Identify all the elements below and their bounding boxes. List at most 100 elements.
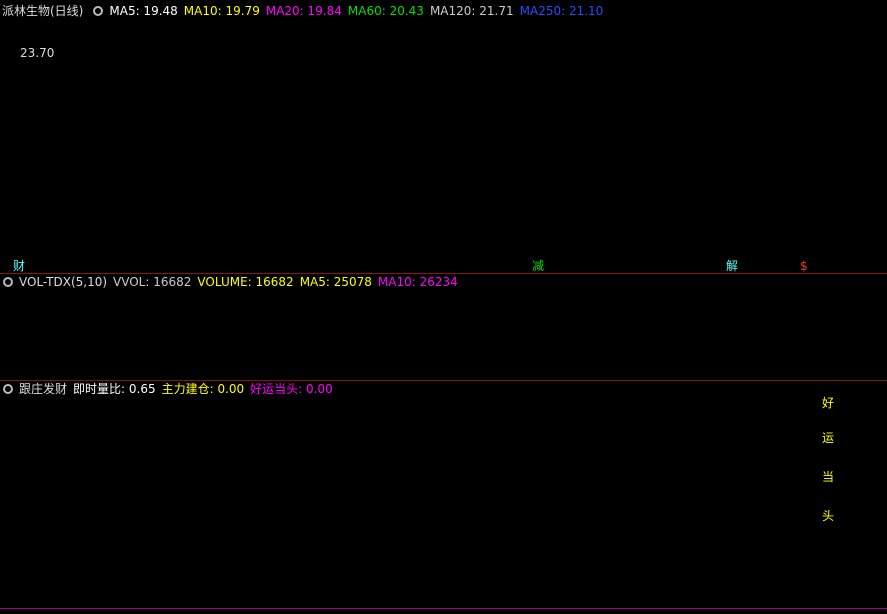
indicator-name[interactable]: 跟庄发财	[19, 382, 67, 396]
volume-bar	[596, 365, 606, 378]
volume-bar	[870, 363, 880, 379]
volume-header: VOL-TDX(5,10) VVOL: 16682 VOLUME: 16682 MA5…	[0, 274, 470, 290]
volume-bar	[418, 333, 427, 378]
stock-name[interactable]: 派林生物(日线)	[2, 4, 83, 18]
volume-bar	[294, 358, 304, 379]
candle-body	[746, 198, 756, 206]
volume-bar	[144, 358, 153, 379]
candle-body	[870, 185, 880, 191]
candle-body	[431, 193, 441, 211]
ind-legend-item-0: 即时量比: 0.65	[73, 382, 156, 396]
candle-body	[61, 137, 71, 140]
volume-bar	[609, 366, 619, 378]
ind-legend-item-2: 好运当头: 0.00	[250, 382, 333, 396]
indicator-bar-white	[819, 397, 822, 607]
ma-legend: MA5: 19.48 MA10: 19.79 MA20: 19.84 MA60: 20…	[109, 4, 609, 18]
volume-bar	[801, 365, 811, 379]
volume-bar	[568, 366, 578, 379]
volume-settings-gear-icon[interactable]	[3, 277, 13, 287]
volume-bar	[239, 361, 249, 379]
ma5-line	[11, 49, 887, 229]
volume-bar	[733, 366, 743, 378]
volume-bar	[527, 364, 537, 379]
vol-legend-item-2: MA5: 25078	[299, 275, 372, 289]
ind-legend-item-1: 主力建仓: 0.00	[161, 382, 245, 396]
volume-bar	[705, 365, 715, 378]
candle-body	[226, 137, 236, 151]
candle-body	[20, 98, 30, 118]
candle-body	[760, 201, 770, 207]
candle-body	[239, 142, 249, 150]
vol-legend-item-1: VOLUME: 16682	[197, 275, 294, 289]
candle-body	[404, 142, 414, 194]
candle-body	[623, 194, 633, 198]
vol-legend-item-3: MA10: 26234	[377, 275, 458, 289]
volume-bar	[130, 363, 140, 378]
volume-bar	[390, 353, 400, 378]
volume-bar	[267, 349, 277, 379]
candle-body	[267, 105, 277, 135]
chart-canvas[interactable]	[0, 0, 887, 614]
candle-body	[705, 205, 715, 211]
volume-bar	[582, 365, 592, 379]
volume-bar	[746, 365, 756, 378]
candle-body	[212, 138, 222, 142]
candle-body	[390, 138, 400, 154]
indicator-char-1: 好	[822, 396, 835, 410]
candle-body	[692, 213, 701, 216]
volume-bar	[253, 362, 263, 379]
candle-body	[856, 189, 866, 199]
candle-body	[568, 178, 578, 198]
marker-jie[interactable]: 解	[726, 259, 738, 273]
candle-body	[294, 110, 304, 114]
settings-gear-icon[interactable]	[93, 6, 104, 16]
ma-legend-item-0: MA5: 19.48	[109, 4, 178, 18]
candle-body	[842, 197, 852, 227]
candle-body	[376, 122, 386, 134]
volume-bar	[157, 358, 167, 379]
marker-s[interactable]: $	[800, 259, 808, 273]
ma10-line	[11, 49, 887, 217]
volume-bar	[459, 360, 469, 379]
candle-body	[459, 177, 469, 187]
candle-body	[678, 202, 688, 210]
volume-indicator-name[interactable]: VOL-TDX(5,10)	[19, 275, 107, 289]
candle-body	[322, 105, 332, 115]
candle-body	[829, 233, 838, 239]
volume-bar	[664, 366, 674, 378]
volume-bar	[760, 365, 770, 379]
volume-bar	[363, 357, 373, 378]
candle-body	[815, 225, 825, 239]
volume-bar	[637, 365, 647, 378]
volume-bar	[719, 364, 729, 379]
volume-bar	[678, 366, 688, 378]
volume-bar	[787, 366, 797, 378]
indicator-settings-gear-icon[interactable]	[3, 384, 13, 394]
volume-bar	[34, 351, 44, 379]
volume-bar	[623, 366, 633, 378]
marker-cai[interactable]: 财	[13, 259, 25, 273]
volume-bar	[404, 349, 414, 378]
volume-bar	[431, 355, 441, 379]
candle-body	[102, 154, 112, 158]
volume-bar	[226, 363, 236, 378]
volume-bar	[75, 359, 85, 378]
candle-body	[116, 157, 126, 163]
ma250-line	[11, 139, 887, 159]
volume-bar	[89, 359, 99, 378]
candle-body	[363, 106, 373, 126]
volume-bar	[376, 360, 386, 378]
volume-bar	[198, 359, 208, 379]
candle-body	[335, 106, 345, 110]
candle-body	[7, 49, 16, 83]
candle-body	[719, 205, 729, 211]
volume-bar	[500, 361, 510, 379]
marker-jian[interactable]: 减	[532, 259, 544, 273]
candle-body	[89, 149, 99, 159]
volume-bar	[692, 365, 701, 378]
indicator-header: 跟庄发财 即时量比: 0.65 主力建仓: 0.00 好运当头: 0.00	[0, 381, 345, 397]
bottom-border	[0, 608, 887, 609]
candle-body	[774, 202, 784, 218]
candle-body	[582, 181, 592, 191]
candle-body	[185, 137, 195, 155]
